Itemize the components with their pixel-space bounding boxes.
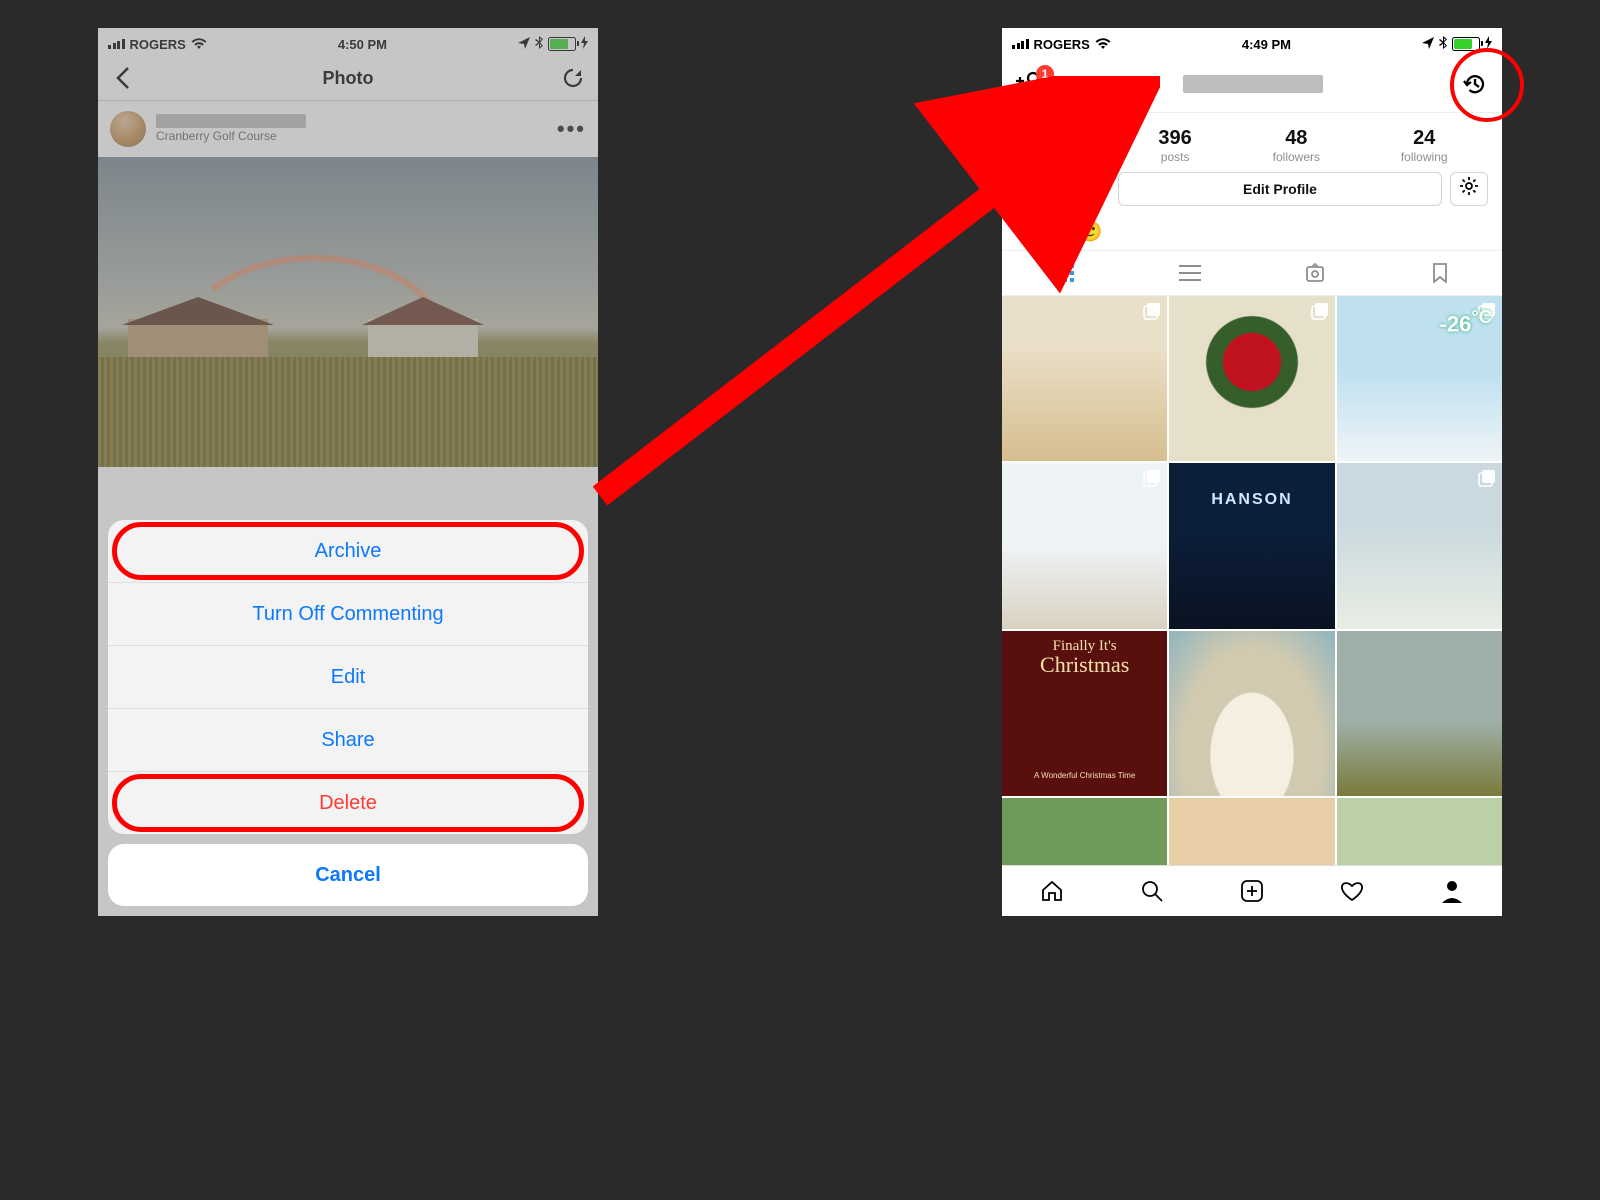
share-label: Share xyxy=(321,729,374,752)
edit-button[interactable]: Edit xyxy=(108,645,588,708)
grid-post[interactable] xyxy=(1002,463,1167,628)
username-redacted xyxy=(156,114,306,128)
profile-stats: 396posts 48followers 24following xyxy=(1118,127,1488,164)
settings-button[interactable] xyxy=(1450,172,1488,206)
tab-tagged[interactable] xyxy=(1252,251,1377,295)
profile-topbar: 1 xyxy=(1002,56,1502,113)
bluetooth-icon xyxy=(1439,36,1447,52)
signal-icon xyxy=(1012,39,1029,49)
archive-label: Archive xyxy=(315,540,382,563)
post-photo[interactable] xyxy=(98,157,598,467)
clock-label: 4:50 PM xyxy=(338,37,387,52)
archive-button[interactable]: Archive xyxy=(108,520,588,582)
carrier-label: ROGERS xyxy=(1034,37,1090,52)
location-icon xyxy=(518,37,530,52)
turn-off-commenting-button[interactable]: Turn Off Commenting xyxy=(108,582,588,645)
stage: ROGERS 4:50 PM Photo Cranberry Golf xyxy=(0,0,1600,1200)
battery-icon xyxy=(548,37,576,51)
nav-new-post[interactable] xyxy=(1202,866,1302,916)
grid-post[interactable] xyxy=(1002,296,1167,461)
delete-label: Delete xyxy=(319,792,377,815)
more-icon[interactable]: ••• xyxy=(557,116,586,142)
xmas-sub: A Wonderful Christmas Time xyxy=(1002,771,1167,780)
profile-header: + 396posts 48followers 24following Edit … xyxy=(1002,113,1502,215)
tab-list[interactable] xyxy=(1127,251,1252,295)
delete-button[interactable]: Delete xyxy=(108,771,588,834)
temp-overlay: -26°C xyxy=(1440,306,1492,337)
post-grid: -26°C HANSON Finally It'sChristmasA Wond… xyxy=(1002,296,1502,916)
story-highlights: 🙂 🎄 🙂 xyxy=(1002,215,1502,250)
notification-badge: 1 xyxy=(1036,65,1054,83)
back-icon[interactable] xyxy=(110,65,136,91)
post-header: Cranberry Golf Course ••• xyxy=(98,101,598,157)
bottom-nav xyxy=(1002,865,1502,916)
grid-post[interactable]: Finally It'sChristmasA Wonderful Christm… xyxy=(1002,631,1167,796)
stat-followers[interactable]: 48followers xyxy=(1273,127,1320,164)
signal-icon xyxy=(108,39,125,49)
status-bar: ROGERS 4:49 PM xyxy=(1002,28,1502,56)
phone-profile: ROGERS 4:49 PM 1 + xyxy=(1002,28,1502,916)
cancel-button[interactable]: Cancel xyxy=(108,844,588,906)
highlight-item[interactable]: 🙂 xyxy=(1016,219,1041,244)
status-bar: ROGERS 4:50 PM xyxy=(98,28,598,56)
profile-tabs xyxy=(1002,250,1502,296)
stat-following[interactable]: 24following xyxy=(1401,127,1448,164)
multi-icon xyxy=(1311,302,1329,325)
charging-icon xyxy=(581,36,588,52)
grid-post[interactable] xyxy=(1169,631,1334,796)
tab-grid[interactable] xyxy=(1002,251,1127,295)
phone-photo-detail: ROGERS 4:50 PM Photo Cranberry Golf xyxy=(98,28,598,916)
highlight-item[interactable]: 🎄 xyxy=(1047,219,1072,244)
avatar[interactable] xyxy=(110,111,146,147)
post-location[interactable]: Cranberry Golf Course xyxy=(156,130,306,143)
multi-icon xyxy=(1143,469,1161,492)
profile-avatar[interactable]: + xyxy=(1016,123,1102,209)
edit-profile-button[interactable]: Edit Profile xyxy=(1118,172,1442,206)
grid-post[interactable] xyxy=(1337,631,1502,796)
edit-label: Edit xyxy=(331,666,365,689)
carrier-label: ROGERS xyxy=(130,37,186,52)
add-story-icon[interactable]: + xyxy=(1074,181,1100,207)
nav-bar: Photo xyxy=(98,56,598,101)
battery-icon xyxy=(1452,37,1480,51)
location-icon xyxy=(1422,37,1434,52)
xmas-main: Christmas xyxy=(1040,652,1129,677)
action-sheet: Archive Turn Off Commenting Edit Share D… xyxy=(108,520,588,906)
nav-title: Photo xyxy=(323,68,374,89)
stat-posts[interactable]: 396posts xyxy=(1158,127,1191,164)
username-redacted xyxy=(1183,75,1323,93)
wifi-icon xyxy=(1095,38,1111,50)
charging-icon xyxy=(1485,36,1492,52)
grid-post[interactable] xyxy=(1169,296,1334,461)
nav-profile[interactable] xyxy=(1402,866,1502,916)
share-button[interactable]: Share xyxy=(108,708,588,771)
refresh-icon[interactable] xyxy=(560,65,586,91)
discover-people-button[interactable]: 1 xyxy=(1016,71,1044,98)
concert-text: HANSON xyxy=(1169,491,1334,509)
highlight-item[interactable]: 🙂 xyxy=(1078,219,1103,244)
cancel-label: Cancel xyxy=(315,864,381,887)
bluetooth-icon xyxy=(535,36,543,52)
clock-label: 4:49 PM xyxy=(1242,37,1291,52)
wifi-icon xyxy=(191,38,207,50)
multi-icon xyxy=(1143,302,1161,325)
nav-home[interactable] xyxy=(1002,866,1102,916)
grid-post[interactable] xyxy=(1337,463,1502,628)
turnoff-label: Turn Off Commenting xyxy=(252,603,443,626)
multi-icon xyxy=(1478,469,1496,492)
nav-activity[interactable] xyxy=(1302,866,1402,916)
archive-history-icon[interactable] xyxy=(1462,71,1488,97)
gear-icon xyxy=(1460,177,1478,200)
tab-saved[interactable] xyxy=(1377,251,1502,295)
nav-search[interactable] xyxy=(1102,866,1202,916)
edit-profile-label: Edit Profile xyxy=(1243,181,1317,197)
grid-post[interactable]: HANSON xyxy=(1169,463,1334,628)
grid-post[interactable]: -26°C xyxy=(1337,296,1502,461)
